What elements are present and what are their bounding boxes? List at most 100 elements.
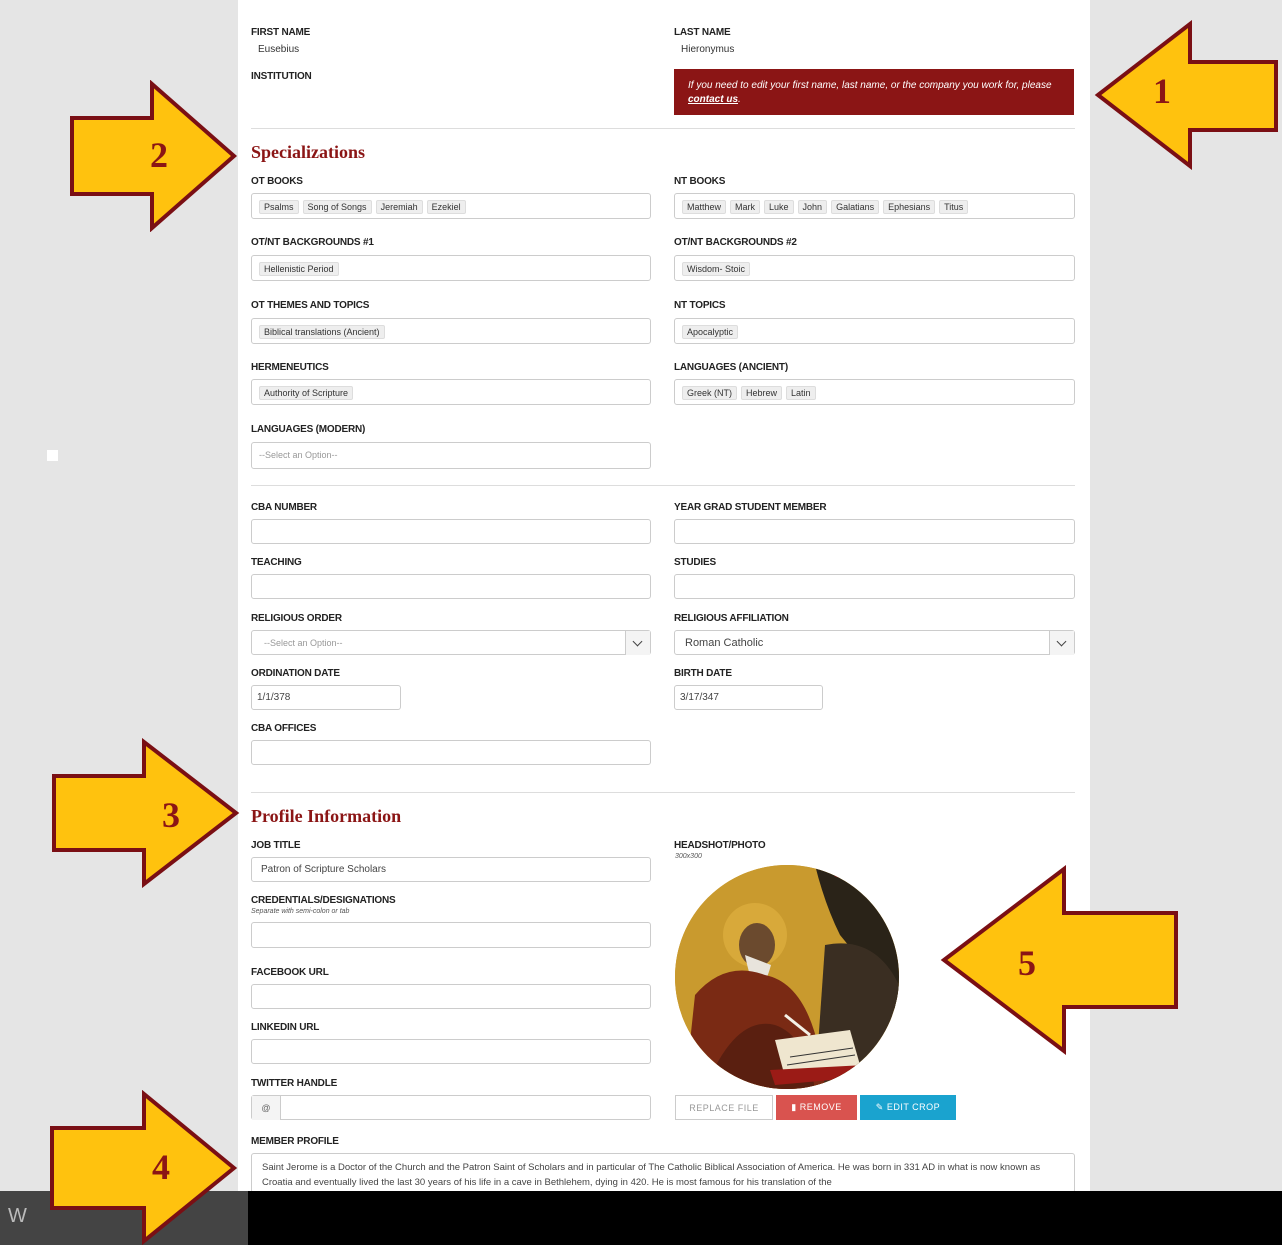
annotation-arrow-3 — [50, 738, 240, 888]
tag[interactable]: Wisdom- Stoic — [682, 262, 751, 276]
tag[interactable]: Apocalyptic — [682, 325, 739, 339]
edit-name-notice: If you need to edit your first name, las… — [674, 69, 1074, 115]
tag[interactable]: Authority of Scripture — [259, 386, 354, 400]
annotation-number-4: 4 — [152, 1147, 170, 1187]
teaching-input[interactable] — [251, 574, 651, 599]
tag[interactable]: Titus — [939, 200, 969, 214]
ordination-date-input[interactable]: 1/1/378 — [251, 685, 401, 710]
tag[interactable]: Matthew — [682, 200, 727, 214]
annotation-arrow-1 — [1094, 20, 1280, 170]
tag[interactable]: Greek (NT) — [682, 386, 737, 400]
year-grad-input[interactable] — [674, 519, 1075, 544]
annotation-number-5: 5 — [1018, 943, 1036, 983]
chevron-down-icon[interactable] — [625, 631, 650, 655]
cba-offices-input[interactable] — [251, 740, 651, 765]
ot-books-field[interactable]: Psalms Song of Songs Jeremiah Ezekiel — [251, 193, 651, 219]
bottom-black-bar — [248, 1191, 1282, 1245]
facebook-url-input[interactable] — [251, 984, 651, 1009]
tag[interactable]: Ezekiel — [426, 200, 466, 214]
languages-modern-label: LANGUAGES (MODERN) — [251, 424, 366, 435]
religious-affiliation-label: RELIGIOUS AFFILIATION — [674, 613, 789, 624]
input-value: 3/17/347 — [680, 692, 719, 703]
religious-order-label: RELIGIOUS ORDER — [251, 613, 342, 624]
birth-date-input[interactable]: 3/17/347 — [674, 685, 823, 710]
placeholder: --Select an Option-- — [259, 450, 338, 460]
bottom-left-char: W — [8, 1205, 27, 1227]
languages-modern-field[interactable]: --Select an Option-- — [251, 442, 651, 469]
trash-icon: ▮ — [791, 1102, 800, 1112]
studies-input[interactable] — [674, 574, 1075, 599]
replace-file-button[interactable]: REPLACE FILE — [675, 1095, 773, 1120]
member-profile-label: MEMBER PROFILE — [251, 1136, 339, 1147]
job-title-label: JOB TITLE — [251, 840, 301, 851]
tag[interactable]: Galatians — [831, 200, 880, 214]
birth-date-label: BIRTH DATE — [674, 668, 732, 679]
remove-label: REMOVE — [799, 1102, 842, 1112]
tag[interactable]: Luke — [764, 200, 794, 214]
annotation-number-3: 3 — [162, 795, 180, 835]
linkedin-url-input[interactable] — [251, 1039, 651, 1064]
backgrounds-1-field[interactable]: Hellenistic Period — [251, 255, 651, 281]
backgrounds-1-label: OT/NT BACKGROUNDS #1 — [251, 237, 374, 248]
backgrounds-2-field[interactable]: Wisdom- Stoic — [674, 255, 1075, 281]
cba-offices-label: CBA OFFICES — [251, 723, 317, 734]
cba-number-input[interactable] — [251, 519, 651, 544]
ordination-date-label: ORDINATION DATE — [251, 668, 340, 679]
linkedin-label: LINKEDIN URL — [251, 1022, 320, 1033]
studies-label: STUDIES — [674, 557, 716, 568]
job-title-input[interactable]: Patron of Scripture Scholars — [251, 857, 651, 882]
religious-affiliation-select[interactable]: Roman Catholic — [674, 630, 1075, 655]
input-value: Patron of Scripture Scholars — [261, 864, 387, 875]
credentials-hint: Separate with semi-colon or tab — [251, 908, 350, 915]
facebook-label: FACEBOOK URL — [251, 967, 329, 978]
contact-us-link[interactable]: contact us — [688, 94, 738, 105]
edit-crop-label: EDIT CROP — [886, 1102, 941, 1112]
headshot-photo — [675, 865, 899, 1089]
tag[interactable]: Latin — [786, 386, 816, 400]
first-name-label: FIRST NAME — [251, 27, 311, 38]
backgrounds-2-label: OT/NT BACKGROUNDS #2 — [674, 237, 797, 248]
tag[interactable]: Ephesians — [883, 200, 936, 214]
chevron-down-icon[interactable] — [1049, 631, 1074, 655]
languages-ancient-field[interactable]: Greek (NT) Hebrew Latin — [674, 379, 1075, 405]
twitter-handle-input[interactable]: @ — [251, 1095, 651, 1120]
tag[interactable]: Hebrew — [741, 386, 783, 400]
edit-icon: ✎ — [875, 1102, 887, 1112]
tag[interactable]: Song of Songs — [302, 200, 372, 214]
remove-photo-button[interactable]: ▮ REMOVE — [776, 1095, 857, 1120]
notice-end: . — [738, 94, 741, 105]
religious-order-select[interactable]: --Select an Option-- — [251, 630, 651, 655]
first-name-value: Eusebius — [258, 44, 300, 55]
tag[interactable]: Jeremiah — [375, 200, 423, 214]
nt-topics-field[interactable]: Apocalyptic — [674, 318, 1075, 344]
tag[interactable]: Hellenistic Period — [259, 262, 339, 276]
notice-text: If you need to edit your first name, las… — [688, 80, 1052, 91]
divider — [251, 128, 1075, 129]
ot-themes-field[interactable]: Biblical translations (Ancient) — [251, 318, 651, 344]
cba-number-label: CBA NUMBER — [251, 502, 317, 513]
twitter-label: TWITTER HANDLE — [251, 1078, 338, 1089]
institution-label: INSTITUTION — [251, 71, 312, 82]
hermeneutics-field[interactable]: Authority of Scripture — [251, 379, 651, 405]
hermeneutics-label: HERMENEUTICS — [251, 362, 329, 373]
annotation-number-2: 2 — [150, 135, 168, 175]
divider — [251, 485, 1075, 486]
last-name-label: LAST NAME — [674, 27, 731, 38]
tag[interactable]: Mark — [730, 200, 761, 214]
tag[interactable]: Psalms — [259, 200, 299, 214]
tag[interactable]: John — [797, 200, 828, 214]
at-sign-addon: @ — [252, 1096, 281, 1120]
languages-ancient-label: LANGUAGES (ANCIENT) — [674, 362, 788, 373]
saint-jerome-portrait-icon — [675, 865, 899, 1089]
teaching-label: TEACHING — [251, 557, 302, 568]
nt-books-field[interactable]: Matthew Mark Luke John Galatians Ephesia… — [674, 193, 1075, 219]
member-profile-textarea[interactable]: Saint Jerome is a Doctor of the Church a… — [251, 1153, 1075, 1193]
nt-topics-label: NT TOPICS — [674, 300, 726, 311]
tag[interactable]: Biblical translations (Ancient) — [259, 325, 385, 339]
last-name-value: Hieronymus — [681, 44, 735, 55]
credentials-input[interactable] — [251, 922, 651, 948]
edit-crop-button[interactable]: ✎ EDIT CROP — [860, 1095, 956, 1120]
ot-themes-label: OT THEMES AND TOPICS — [251, 300, 370, 311]
white-square-marker — [47, 450, 58, 461]
ot-books-label: OT BOOKS — [251, 176, 303, 187]
